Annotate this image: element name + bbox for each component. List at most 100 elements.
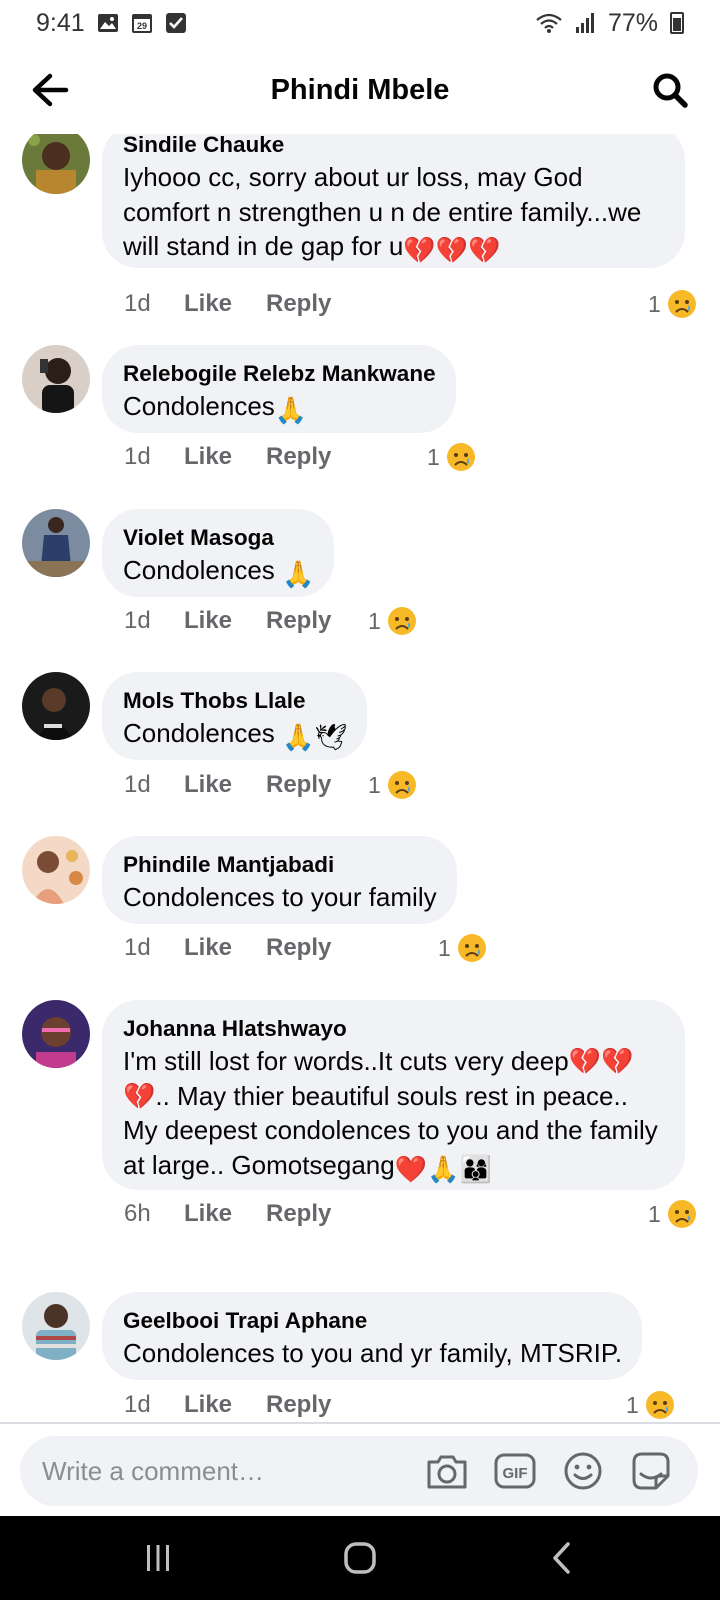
search-button[interactable] bbox=[648, 68, 692, 112]
like-button[interactable]: Like bbox=[184, 1200, 266, 1228]
pray-dove-emoji: 🙏🕊 bbox=[282, 722, 348, 752]
like-button[interactable]: Like bbox=[184, 934, 266, 962]
like-button[interactable]: Like bbox=[184, 290, 266, 318]
comment-actions: 1d Like Reply bbox=[124, 1390, 331, 1420]
avatar-image bbox=[22, 672, 90, 740]
reply-button[interactable]: Reply bbox=[266, 771, 331, 799]
chevron-left-icon bbox=[553, 1542, 570, 1574]
sad-reaction-icon bbox=[667, 1200, 696, 1228]
wifi-icon bbox=[536, 13, 562, 33]
reaction-count[interactable]: 1 bbox=[427, 442, 476, 472]
reply-button[interactable]: Reply bbox=[266, 443, 331, 471]
commenter-name[interactable]: Mols Thobs Llale bbox=[123, 686, 347, 716]
like-button[interactable]: Like bbox=[184, 443, 266, 471]
sticker-button[interactable] bbox=[630, 1450, 672, 1492]
status-bar: 9:41 29 77% bbox=[0, 0, 720, 46]
reaction-number: 1 bbox=[648, 1200, 661, 1227]
back-button[interactable] bbox=[28, 68, 72, 112]
gif-icon: GIF bbox=[494, 1453, 536, 1489]
comment-actions: 1d Like Reply bbox=[124, 442, 331, 472]
reply-button[interactable]: Reply bbox=[266, 607, 331, 635]
signal-icon bbox=[575, 13, 594, 33]
comment-text: Condolences to you and yr family, MTSRIP… bbox=[123, 1338, 623, 1368]
comment-time[interactable]: 1d bbox=[124, 607, 184, 635]
comment-bubble[interactable]: Johanna Hlatshwayo I'm still lost for wo… bbox=[102, 1000, 685, 1190]
avatar[interactable] bbox=[22, 1000, 90, 1068]
svg-text:GIF: GIF bbox=[503, 1465, 528, 1482]
sad-reaction-icon bbox=[457, 934, 486, 962]
avatar[interactable] bbox=[22, 1292, 90, 1360]
comment-actions: 1d Like Reply bbox=[124, 933, 331, 963]
comment-bubble[interactable]: Sindile Chauke Iyhooo cc, sorry about ur… bbox=[102, 134, 685, 268]
avatar[interactable] bbox=[22, 509, 90, 577]
comment-time[interactable]: 1d bbox=[124, 1391, 184, 1419]
sad-reaction-icon bbox=[446, 443, 475, 471]
avatar-image bbox=[22, 836, 90, 904]
emoji-button[interactable] bbox=[562, 1450, 604, 1492]
comment-bubble[interactable]: Geelbooi Trapi Aphane Condolences to you… bbox=[102, 1292, 643, 1380]
avatar[interactable] bbox=[22, 672, 90, 740]
status-left: 9:41 29 bbox=[36, 9, 187, 38]
home-button[interactable] bbox=[338, 1536, 382, 1580]
like-button[interactable]: Like bbox=[184, 1391, 266, 1419]
avatar-image bbox=[22, 509, 90, 577]
battery-percent: 77% bbox=[607, 8, 658, 37]
avatar-image bbox=[22, 1292, 90, 1360]
comment-time[interactable]: 1d bbox=[124, 290, 184, 318]
comment-bubble[interactable]: Phindile Mantjabadi Condolences to your … bbox=[102, 836, 457, 924]
comment-bubble[interactable]: Mols Thobs Llale Condolences 🙏🕊 bbox=[102, 672, 368, 760]
avatar[interactable] bbox=[22, 345, 90, 413]
commenter-name[interactable]: Geelbooi Trapi Aphane bbox=[123, 1306, 622, 1336]
status-right: 77% bbox=[536, 9, 684, 38]
like-button[interactable]: Like bbox=[184, 607, 266, 635]
comment-bubble[interactable]: Violet Masoga Condolences 🙏 bbox=[102, 509, 335, 597]
comment-input[interactable] bbox=[42, 1436, 402, 1506]
avatar[interactable] bbox=[22, 134, 90, 194]
page-title: Phindi Mbele bbox=[270, 73, 450, 106]
reaction-count[interactable]: 1 bbox=[648, 1199, 697, 1229]
reply-button[interactable]: Reply bbox=[266, 934, 331, 962]
reaction-number: 1 bbox=[427, 443, 440, 470]
reaction-count[interactable]: 1 bbox=[626, 1390, 675, 1420]
reaction-count[interactable]: 1 bbox=[368, 606, 417, 636]
commenter-name[interactable]: Phindile Mantjabadi bbox=[123, 850, 437, 880]
comment-text: Condolences to your family bbox=[123, 882, 437, 912]
comment-bubble[interactable]: Relebogile Relebz Mankwane Condolences🙏 bbox=[102, 345, 456, 433]
comment-actions: 6h Like Reply bbox=[124, 1199, 331, 1229]
comment-time[interactable]: 1d bbox=[124, 443, 184, 471]
reaction-count[interactable]: 1 bbox=[438, 933, 487, 963]
commenter-name[interactable]: Relebogile Relebz Mankwane bbox=[123, 359, 436, 389]
header: Phindi Mbele bbox=[0, 46, 720, 134]
battery-icon bbox=[670, 12, 684, 34]
home-icon bbox=[344, 1542, 376, 1574]
recent-apps-icon bbox=[147, 1545, 169, 1571]
sad-reaction-icon bbox=[387, 607, 416, 635]
gif-button[interactable]: GIF bbox=[494, 1450, 536, 1492]
reaction-count[interactable]: 1 bbox=[648, 289, 697, 319]
comment-text: Condolences🙏 bbox=[123, 389, 436, 428]
avatar[interactable] bbox=[22, 836, 90, 904]
reaction-number: 1 bbox=[368, 771, 381, 798]
avatar-image bbox=[22, 345, 90, 413]
commenter-name[interactable]: Johanna Hlatshwayo bbox=[123, 1014, 665, 1044]
reaction-number: 1 bbox=[648, 290, 661, 317]
reply-button[interactable]: Reply bbox=[266, 1391, 331, 1419]
reaction-count[interactable]: 1 bbox=[368, 770, 417, 800]
avatar-image bbox=[22, 134, 90, 194]
comment-time[interactable]: 6h bbox=[124, 1200, 184, 1228]
reply-button[interactable]: Reply bbox=[266, 1200, 331, 1228]
comment-actions: 1d Like Reply bbox=[124, 289, 331, 319]
comment-text: I'm still lost for words..It cuts very d… bbox=[123, 1044, 665, 1186]
camera-button[interactable] bbox=[426, 1450, 468, 1492]
comment-time[interactable]: 1d bbox=[124, 934, 184, 962]
recent-apps-button[interactable] bbox=[136, 1536, 180, 1580]
like-button[interactable]: Like bbox=[184, 771, 266, 799]
comment-time[interactable]: 1d bbox=[124, 771, 184, 799]
commenter-name[interactable]: Violet Masoga bbox=[123, 523, 314, 553]
status-time: 9:41 bbox=[36, 8, 85, 37]
reaction-number: 1 bbox=[438, 934, 451, 961]
comment-text: Condolences 🙏 bbox=[123, 553, 314, 592]
commenter-name[interactable]: Sindile Chauke bbox=[123, 134, 665, 160]
back-nav-button[interactable] bbox=[540, 1536, 584, 1580]
reply-button[interactable]: Reply bbox=[266, 290, 331, 318]
